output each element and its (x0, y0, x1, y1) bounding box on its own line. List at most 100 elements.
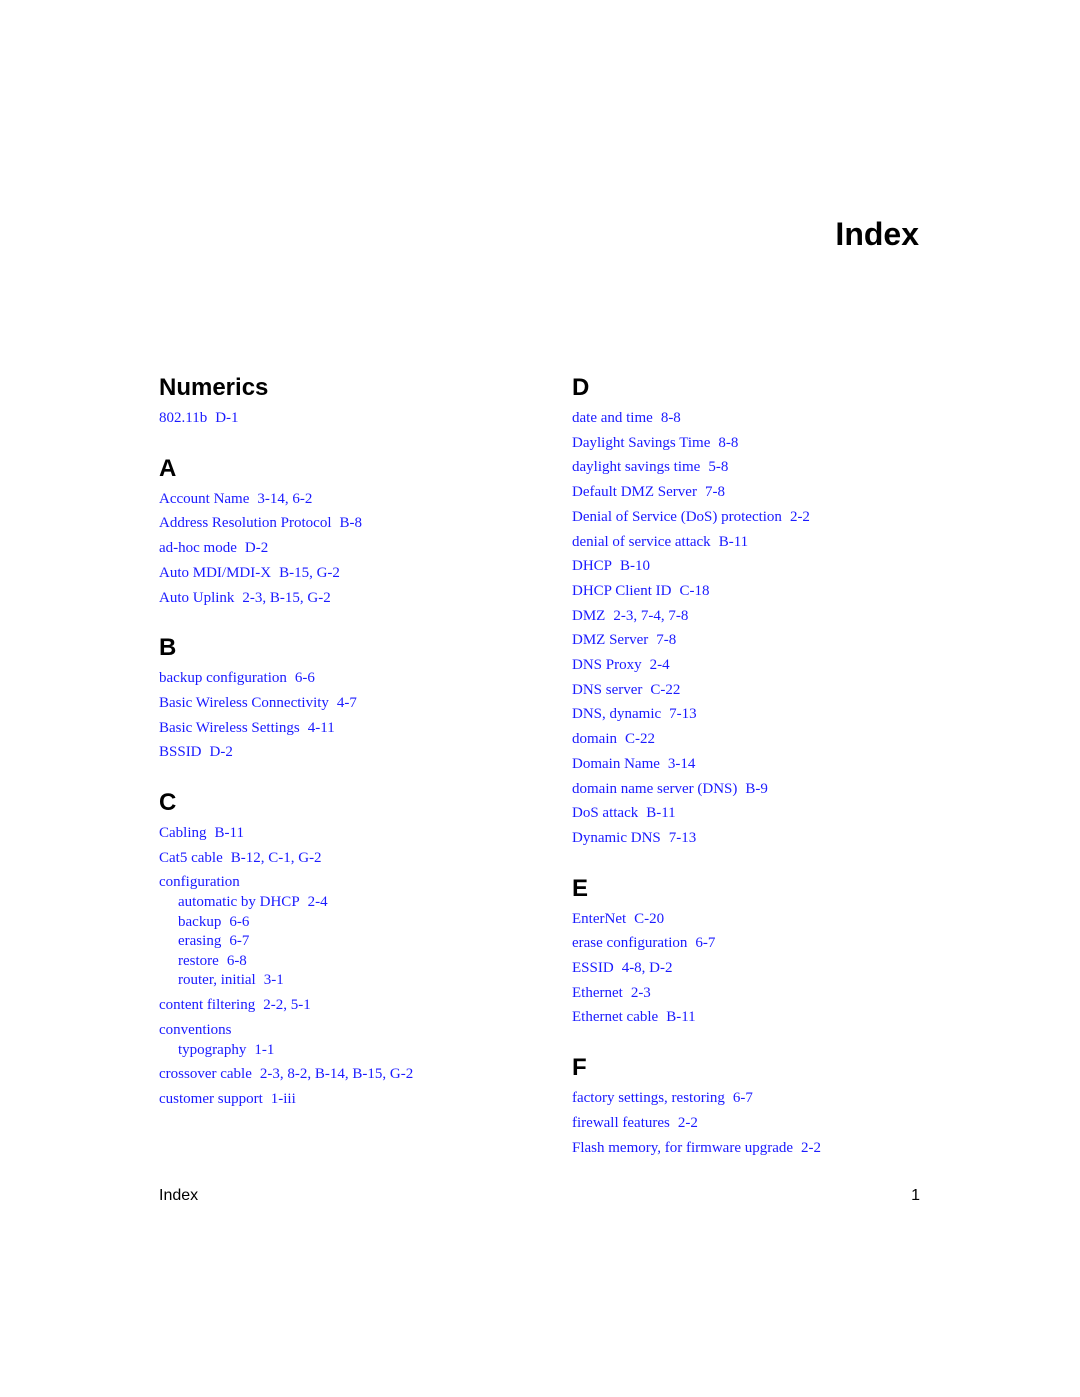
entry-pages[interactable]: 7-8 (705, 484, 725, 500)
entry-pages[interactable]: 8-8 (661, 410, 681, 426)
index-entry[interactable]: domain C-22 (572, 727, 952, 752)
entry-term: customer support (159, 1090, 263, 1107)
entry-pages[interactable]: 2-2, 5-1 (263, 997, 311, 1013)
index-entry[interactable]: ad-hoc mode D-2 (159, 536, 539, 561)
index-subentry[interactable]: automatic by DHCP 2-4 (159, 893, 539, 913)
index-entry[interactable]: domain name server (DNS) B-9 (572, 777, 952, 802)
entry-pages[interactable]: 2-3, 8-2, B-14, B-15, G-2 (260, 1066, 413, 1082)
index-entry[interactable]: DNS Proxy 2-4 (572, 653, 952, 678)
index-entry[interactable]: EnterNet C-20 (572, 907, 952, 932)
index-entry[interactable]: Account Name 3-14, 6-2 (159, 487, 539, 512)
index-subentry[interactable]: restore 6-8 (159, 952, 539, 972)
entry-pages[interactable]: B-11 (666, 1009, 695, 1025)
entry-pages[interactable]: 6-8 (227, 953, 247, 969)
entry-pages[interactable]: 6-7 (229, 933, 249, 949)
entry-pages[interactable]: 3-1 (264, 972, 284, 988)
entry-pages[interactable]: 6-7 (733, 1090, 753, 1106)
index-subentry[interactable]: router, initial 3-1 (159, 971, 539, 991)
index-entry[interactable]: Dynamic DNS 7-13 (572, 826, 952, 851)
index-entry[interactable]: DHCP B-10 (572, 554, 952, 579)
index-entry[interactable]: Cabling B-11 (159, 821, 539, 846)
entry-pages[interactable]: D-2 (245, 540, 268, 556)
index-entry[interactable]: Basic Wireless Connectivity 4-7 (159, 691, 539, 716)
index-entry[interactable]: 802.11b D-1 (159, 406, 539, 431)
entry-pages[interactable]: B-12, C-1, G-2 (231, 850, 322, 866)
index-entry[interactable]: Denial of Service (DoS) protection 2-2 (572, 505, 952, 530)
entry-pages[interactable]: B-15, G-2 (279, 565, 340, 581)
entry-pages[interactable]: C-22 (650, 682, 680, 698)
index-entry[interactable]: Basic Wireless Settings 4-11 (159, 716, 539, 741)
index-entry[interactable]: BSSID D-2 (159, 740, 539, 765)
index-entry[interactable]: Domain Name 3-14 (572, 752, 952, 777)
index-entry[interactable]: DNS, dynamic 7-13 (572, 702, 952, 727)
entry-pages[interactable]: B-11 (646, 805, 675, 821)
index-entry[interactable]: daylight savings time 5-8 (572, 455, 952, 480)
entry-pages[interactable]: 6-6 (229, 914, 249, 930)
index-entry[interactable]: backup configuration 6-6 (159, 666, 539, 691)
entry-pages[interactable]: 2-2 (678, 1115, 698, 1131)
entry-term: Cabling (159, 825, 207, 842)
entry-pages[interactable]: 8-8 (718, 435, 738, 451)
index-entry[interactable]: Flash memory, for firmware upgrade 2-2 (572, 1136, 952, 1161)
index-entry-configuration[interactable]: configuration (159, 871, 539, 893)
entry-pages[interactable]: 2-3, B-15, G-2 (242, 590, 330, 606)
entry-pages[interactable]: 4-11 (308, 720, 335, 736)
index-entry[interactable]: Cat5 cable B-12, C-1, G-2 (159, 846, 539, 871)
entry-pages[interactable]: 1-1 (254, 1042, 274, 1058)
index-entry[interactable]: DNS server C-22 (572, 678, 952, 703)
index-entry[interactable]: Default DMZ Server 7-8 (572, 480, 952, 505)
index-entry[interactable]: customer support 1-iii (159, 1087, 539, 1112)
entry-pages[interactable]: 7-13 (669, 706, 697, 722)
index-entry[interactable]: crossover cable 2-3, 8-2, B-14, B-15, G-2 (159, 1062, 539, 1087)
index-subentry[interactable]: backup 6-6 (159, 913, 539, 933)
index-entry[interactable]: DMZ 2-3, 7-4, 7-8 (572, 604, 952, 629)
entry-pages[interactable]: 2-2 (790, 509, 810, 525)
entry-pages[interactable]: B-11 (719, 534, 748, 550)
entry-pages[interactable]: B-10 (620, 558, 650, 574)
entry-pages[interactable]: 5-8 (708, 459, 728, 475)
index-entry[interactable]: ESSID 4-8, D-2 (572, 956, 952, 981)
entry-pages[interactable]: 2-3, 7-4, 7-8 (613, 608, 688, 624)
index-entry[interactable]: DHCP Client ID C-18 (572, 579, 952, 604)
index-entry[interactable]: denial of service attack B-11 (572, 530, 952, 555)
entry-pages[interactable]: 1-iii (271, 1091, 296, 1107)
index-entry[interactable]: Ethernet 2-3 (572, 981, 952, 1006)
index-entry[interactable]: firewall features 2-2 (572, 1111, 952, 1136)
index-entry[interactable]: date and time 8-8 (572, 406, 952, 431)
index-entry[interactable]: DMZ Server 7-8 (572, 628, 952, 653)
entry-pages[interactable]: B-8 (340, 515, 363, 531)
entry-pages[interactable]: 6-6 (295, 670, 315, 686)
index-entry[interactable]: erase configuration 6-7 (572, 931, 952, 956)
entry-pages[interactable]: D-2 (210, 744, 233, 760)
entry-pages[interactable]: 2-4 (308, 894, 328, 910)
entry-pages[interactable]: 7-8 (656, 632, 676, 648)
entry-pages[interactable]: 2-2 (801, 1140, 821, 1156)
index-entry[interactable]: Daylight Savings Time 8-8 (572, 431, 952, 456)
index-entry[interactable]: content filtering 2-2, 5-1 (159, 993, 539, 1018)
entry-pages[interactable]: 3-14 (668, 756, 696, 772)
entry-pages[interactable]: 4-7 (337, 695, 357, 711)
entry-pages[interactable]: 2-3 (631, 985, 651, 1001)
entry-pages[interactable]: 2-4 (650, 657, 670, 673)
index-entry-conventions[interactable]: conventions (159, 1019, 539, 1041)
entry-pages[interactable]: C-22 (625, 731, 655, 747)
entry-pages[interactable]: C-18 (679, 583, 709, 599)
entry-pages[interactable]: B-9 (745, 781, 768, 797)
index-entry[interactable]: Auto MDI/MDI-X B-15, G-2 (159, 561, 539, 586)
index-entry[interactable]: DoS attack B-11 (572, 801, 952, 826)
index-entry[interactable]: Auto Uplink 2-3, B-15, G-2 (159, 586, 539, 611)
index-entry[interactable]: Ethernet cable B-11 (572, 1005, 952, 1030)
entry-pages[interactable]: 7-13 (669, 830, 697, 846)
section-d: D date and time 8-8 Daylight Savings Time… (572, 374, 952, 851)
index-entry[interactable]: Address Resolution Protocol B-8 (159, 511, 539, 536)
entry-pages[interactable]: D-1 (215, 410, 238, 426)
entry-pages[interactable]: 4-8, D-2 (622, 960, 673, 976)
index-subentry[interactable]: erasing 6-7 (159, 932, 539, 952)
entry-pages[interactable]: 6-7 (695, 935, 715, 951)
index-subentry[interactable]: typography 1-1 (159, 1041, 539, 1061)
index-entry[interactable]: factory settings, restoring 6-7 (572, 1086, 952, 1111)
section-heading: Numerics (159, 374, 269, 401)
entry-pages[interactable]: B-11 (215, 825, 244, 841)
entry-pages[interactable]: 3-14, 6-2 (257, 491, 312, 507)
entry-pages[interactable]: C-20 (634, 911, 664, 927)
